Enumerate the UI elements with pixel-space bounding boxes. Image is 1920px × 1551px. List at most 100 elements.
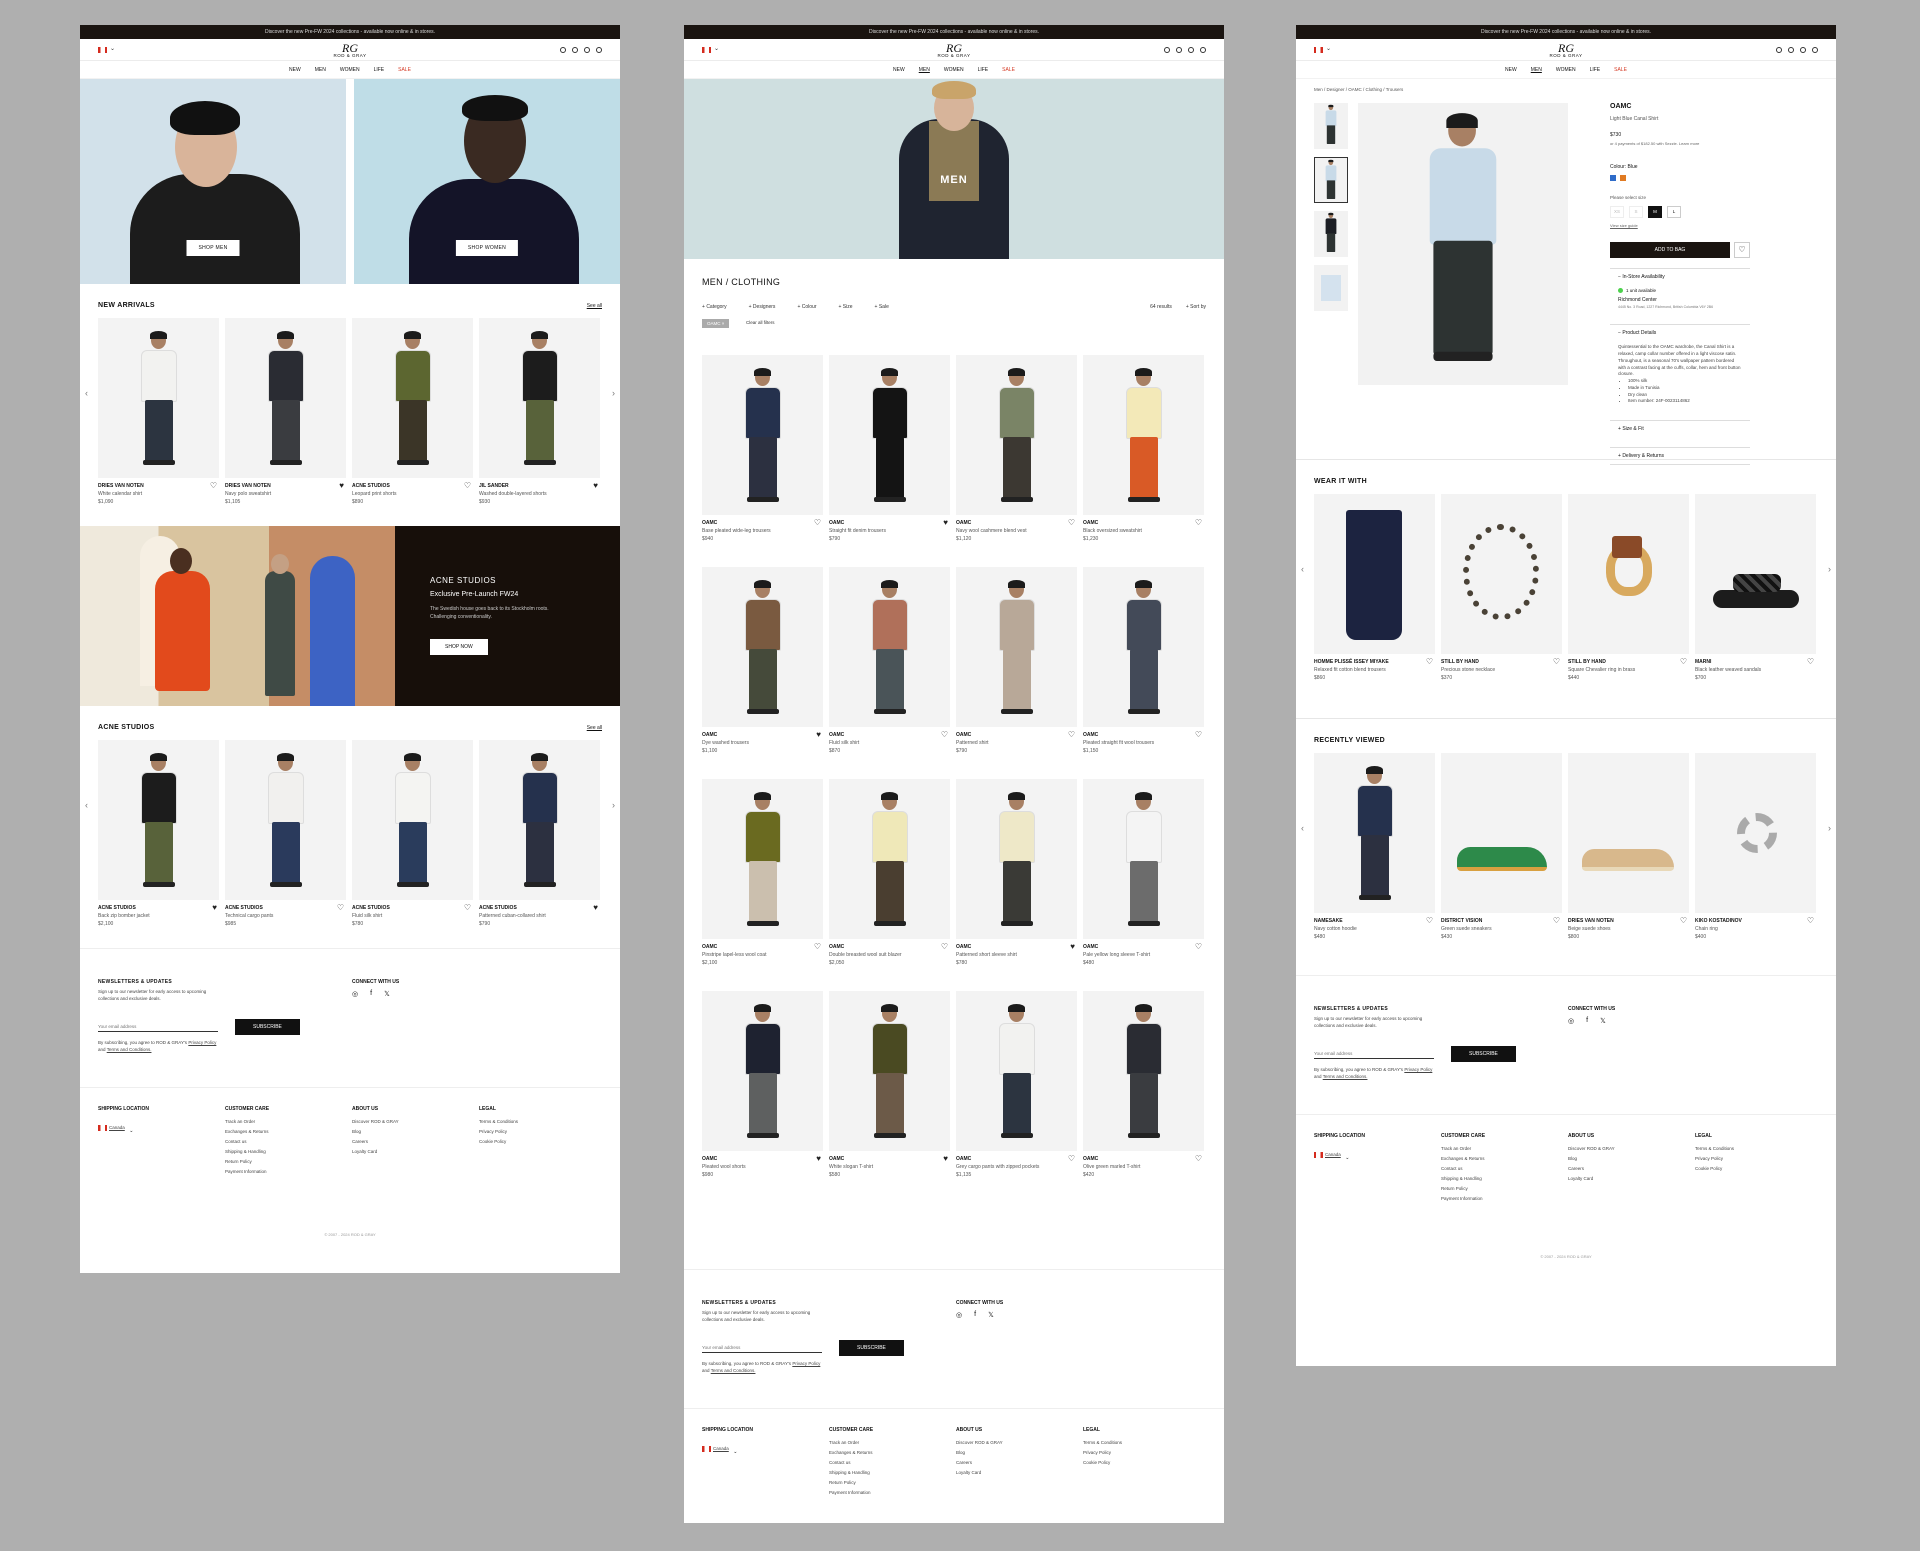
footer-link[interactable]: Loyalty Card [352, 1149, 479, 1154]
add-to-bag-button[interactable]: ADD TO BAG [1610, 242, 1730, 258]
footer-link[interactable]: Track an Order [829, 1440, 956, 1445]
product-image[interactable] [1083, 991, 1204, 1151]
heart-outline-icon[interactable]: ♡ [1807, 917, 1814, 925]
heart-outline-icon[interactable]: ♡ [1807, 658, 1814, 666]
filter-category[interactable]: + Category [702, 304, 727, 310]
product-image[interactable] [956, 991, 1077, 1151]
product-image[interactable] [225, 740, 346, 900]
active-filter-chip[interactable]: OAMC × [702, 319, 730, 328]
promo-banner[interactable]: Discover the new Pre-FW 2024 collections… [1296, 25, 1836, 39]
footer-link[interactable]: Shipping & Handling [829, 1470, 956, 1475]
footer-link[interactable]: Privacy Policy [1083, 1450, 1210, 1455]
product-card[interactable]: ACNE STUDIOS Patterned cuban-collared shi… [479, 740, 600, 942]
heart-outline-icon[interactable]: ♡ [814, 519, 821, 527]
email-input[interactable] [1314, 1049, 1434, 1059]
product-image[interactable] [479, 740, 600, 900]
instagram-icon[interactable]: ◎ [352, 990, 358, 998]
product-card[interactable]: ACNE STUDIOS Fluid silk shirt $780 ♡ [352, 740, 473, 942]
heart-outline-icon[interactable]: ♡ [1195, 519, 1202, 527]
footer-link[interactable]: Blog [352, 1129, 479, 1134]
product-image[interactable] [98, 740, 219, 900]
footer-link[interactable]: Terms & Conditions [479, 1119, 606, 1124]
footer-link[interactable]: Privacy Policy [1695, 1156, 1822, 1161]
bag-icon[interactable] [596, 47, 602, 53]
subscribe-button[interactable]: SUBSCRIBE [235, 1019, 300, 1035]
acne-see-all[interactable]: See all [587, 725, 602, 731]
heart-filled-icon[interactable]: ♥ [593, 482, 598, 490]
country-selector[interactable]: Canada ⌄ [98, 1119, 133, 1136]
carousel-prev-icon[interactable]: ‹ [85, 800, 88, 810]
product-card[interactable]: OAMC Dye washed trousers $1,100 ♥ [702, 567, 823, 775]
footer-link[interactable]: Contact us [1441, 1166, 1568, 1171]
product-card[interactable]: OAMC Fluid silk shirt $870 ♡ [829, 567, 950, 775]
heart-outline-icon[interactable]: ♡ [210, 482, 217, 490]
product-image[interactable] [98, 318, 219, 478]
x-icon[interactable]: 𝕏 [1600, 1017, 1606, 1025]
instagram-icon[interactable]: ◎ [1568, 1017, 1574, 1025]
product-card[interactable]: ACNE STUDIOS Leopard print shorts $890 ♡ [352, 318, 473, 520]
nav-men[interactable]: MEN [315, 67, 326, 73]
nav-life[interactable]: LIFE [978, 67, 989, 73]
hero-women[interactable]: SHOP WOMEN [354, 79, 620, 284]
terms-link[interactable]: Terms and Conditions. [711, 1368, 756, 1373]
heart-filled-icon[interactable]: ♥ [593, 904, 598, 912]
heart-outline-icon[interactable]: ♡ [1195, 731, 1202, 739]
shop-now-button[interactable]: SHOP NOW [430, 639, 488, 655]
heart-outline-icon[interactable]: ♡ [1426, 917, 1433, 925]
product-image[interactable] [702, 567, 823, 727]
product-image[interactable] [1695, 494, 1816, 654]
availability-accordion[interactable]: − In-Store Availability 1 unit available… [1610, 268, 1750, 314]
product-card[interactable]: DRIES VAN NOTEN Beige suede shoes $800 ♡ [1568, 753, 1689, 955]
footer-link[interactable]: Exchanges & Returns [225, 1129, 352, 1134]
country-selector[interactable]: Canada ⌄ [1314, 1146, 1349, 1163]
product-card[interactable]: OAMC Patterned short sleeve shirt $780 ♥ [956, 779, 1077, 987]
carousel-prev-icon[interactable]: ‹ [1301, 823, 1304, 833]
footer-link[interactable]: Return Policy [225, 1159, 352, 1164]
heart-filled-icon[interactable]: ♥ [816, 1155, 821, 1163]
size-guide-link[interactable]: View size guide [1610, 223, 1750, 228]
search-icon[interactable] [560, 47, 566, 53]
product-image[interactable] [1441, 494, 1562, 654]
privacy-link[interactable]: Privacy Policy [188, 1040, 216, 1045]
search-icon[interactable] [1164, 47, 1170, 53]
footer-link[interactable]: Discover ROD & GRAY [956, 1440, 1083, 1445]
nav-women[interactable]: WOMEN [944, 67, 964, 73]
product-card[interactable]: DRIES VAN NOTEN Navy polo sweatshirt $1,10… [225, 318, 346, 520]
size-l[interactable]: L [1667, 206, 1681, 218]
chevron-down-icon[interactable]: ⌄ [714, 45, 719, 52]
product-card[interactable]: OAMC White slogan T-shirt $580 ♥ [829, 991, 950, 1199]
shop-women-button[interactable]: SHOP WOMEN [455, 240, 519, 256]
footer-link[interactable]: Return Policy [829, 1480, 956, 1485]
footer-link[interactable]: Exchanges & Returns [829, 1450, 956, 1455]
chevron-down-icon[interactable]: ⌄ [1326, 45, 1331, 52]
facebook-icon[interactable]: f [974, 1311, 976, 1319]
nav-men[interactable]: MEN [1531, 67, 1542, 73]
product-card[interactable]: ACNE STUDIOS Technical cargo pants $985 ♡ [225, 740, 346, 942]
footer-link[interactable]: Exchanges & Returns [1441, 1156, 1568, 1161]
footer-link[interactable]: Terms & Conditions [1695, 1146, 1822, 1151]
product-image[interactable] [1314, 753, 1435, 913]
nav-life[interactable]: LIFE [1590, 67, 1601, 73]
footer-link[interactable]: Payment Information [1441, 1196, 1568, 1201]
heart-outline-icon[interactable]: ♡ [464, 904, 471, 912]
nav-women[interactable]: WOMEN [1556, 67, 1576, 73]
clear-filters-link[interactable]: Clear all filters [746, 320, 775, 325]
footer-link[interactable]: Blog [956, 1450, 1083, 1455]
carousel-prev-icon[interactable]: ‹ [85, 388, 88, 398]
footer-link[interactable]: Loyalty Card [956, 1470, 1083, 1475]
product-card[interactable]: OAMC Pinstripe lapel-less wool coat $2,100… [702, 779, 823, 987]
shop-men-button[interactable]: SHOP MEN [186, 240, 240, 256]
footer-link[interactable]: Loyalty Card [1568, 1176, 1695, 1181]
canada-flag-icon[interactable] [1314, 47, 1323, 53]
heart-outline-icon[interactable]: ♡ [1553, 917, 1560, 925]
footer-link[interactable]: Shipping & Handling [225, 1149, 352, 1154]
canada-flag-icon[interactable] [98, 47, 107, 53]
account-icon[interactable] [572, 47, 578, 53]
product-card[interactable]: OAMC Pale yellow long sleeve T-shirt $480 ♡ [1083, 779, 1204, 987]
product-thumb-selected[interactable] [1314, 157, 1348, 203]
heart-outline-icon[interactable]: ♡ [1680, 917, 1687, 925]
account-icon[interactable] [1176, 47, 1182, 53]
footer-link[interactable]: Cookie Policy [479, 1139, 606, 1144]
site-logo[interactable]: RG ROD & GRAY [334, 42, 367, 59]
nav-new[interactable]: NEW [289, 67, 301, 73]
